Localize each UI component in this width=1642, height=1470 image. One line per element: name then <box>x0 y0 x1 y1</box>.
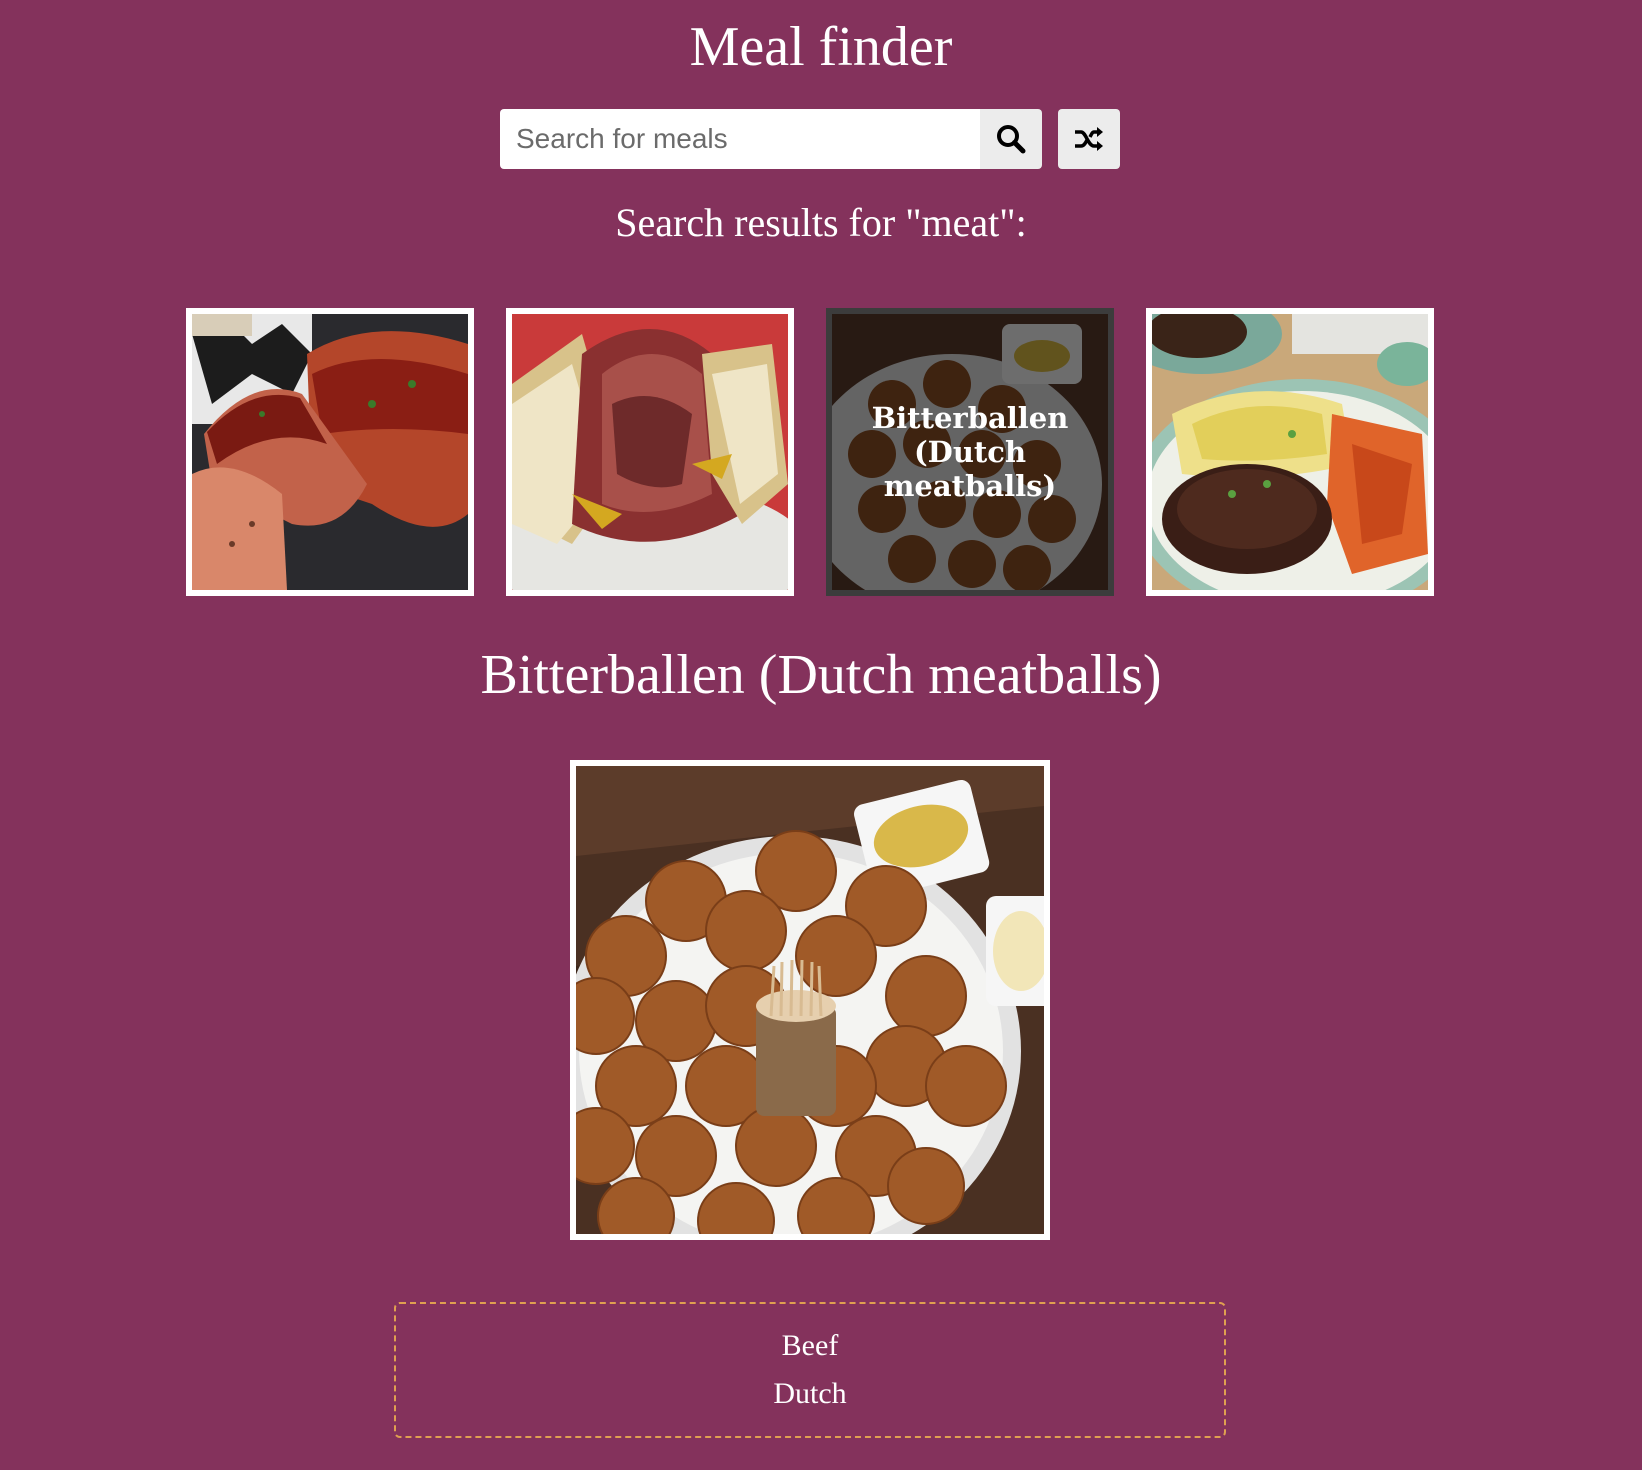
meal-photo <box>576 766 1044 1234</box>
meal-card-salisbury-steak[interactable] <box>1146 308 1434 596</box>
shuffle-icon <box>1075 127 1103 151</box>
meal-tags: Beef Dutch <box>394 1302 1226 1438</box>
meal-image <box>512 314 788 590</box>
meal-card-meatloaf[interactable] <box>186 308 474 596</box>
meal-card-overlay: Bitterballen (Dutch meatballs) <box>832 314 1108 590</box>
tag-area: Dutch <box>773 1377 847 1410</box>
search-icon <box>997 125 1026 154</box>
selected-meal-title: Bitterballen (Dutch meatballs) <box>480 644 1162 706</box>
search-button[interactable] <box>980 109 1042 169</box>
tag-category: Beef <box>781 1329 839 1362</box>
search-form <box>500 109 1120 169</box>
meal-image <box>1152 314 1428 590</box>
page-title: Meal finder <box>689 16 953 78</box>
random-meal-button[interactable] <box>1058 109 1120 169</box>
selected-meal-image <box>570 760 1050 1240</box>
meal-card-name: Bitterballen (Dutch meatballs) <box>871 401 1069 503</box>
meal-card-pastrami[interactable] <box>506 308 794 596</box>
results-heading: Search results for "meat": <box>615 200 1027 245</box>
search-input[interactable] <box>500 109 980 169</box>
meal-image <box>192 314 468 590</box>
meal-card-bitterballen[interactable]: Bitterballen (Dutch meatballs) <box>826 308 1114 596</box>
